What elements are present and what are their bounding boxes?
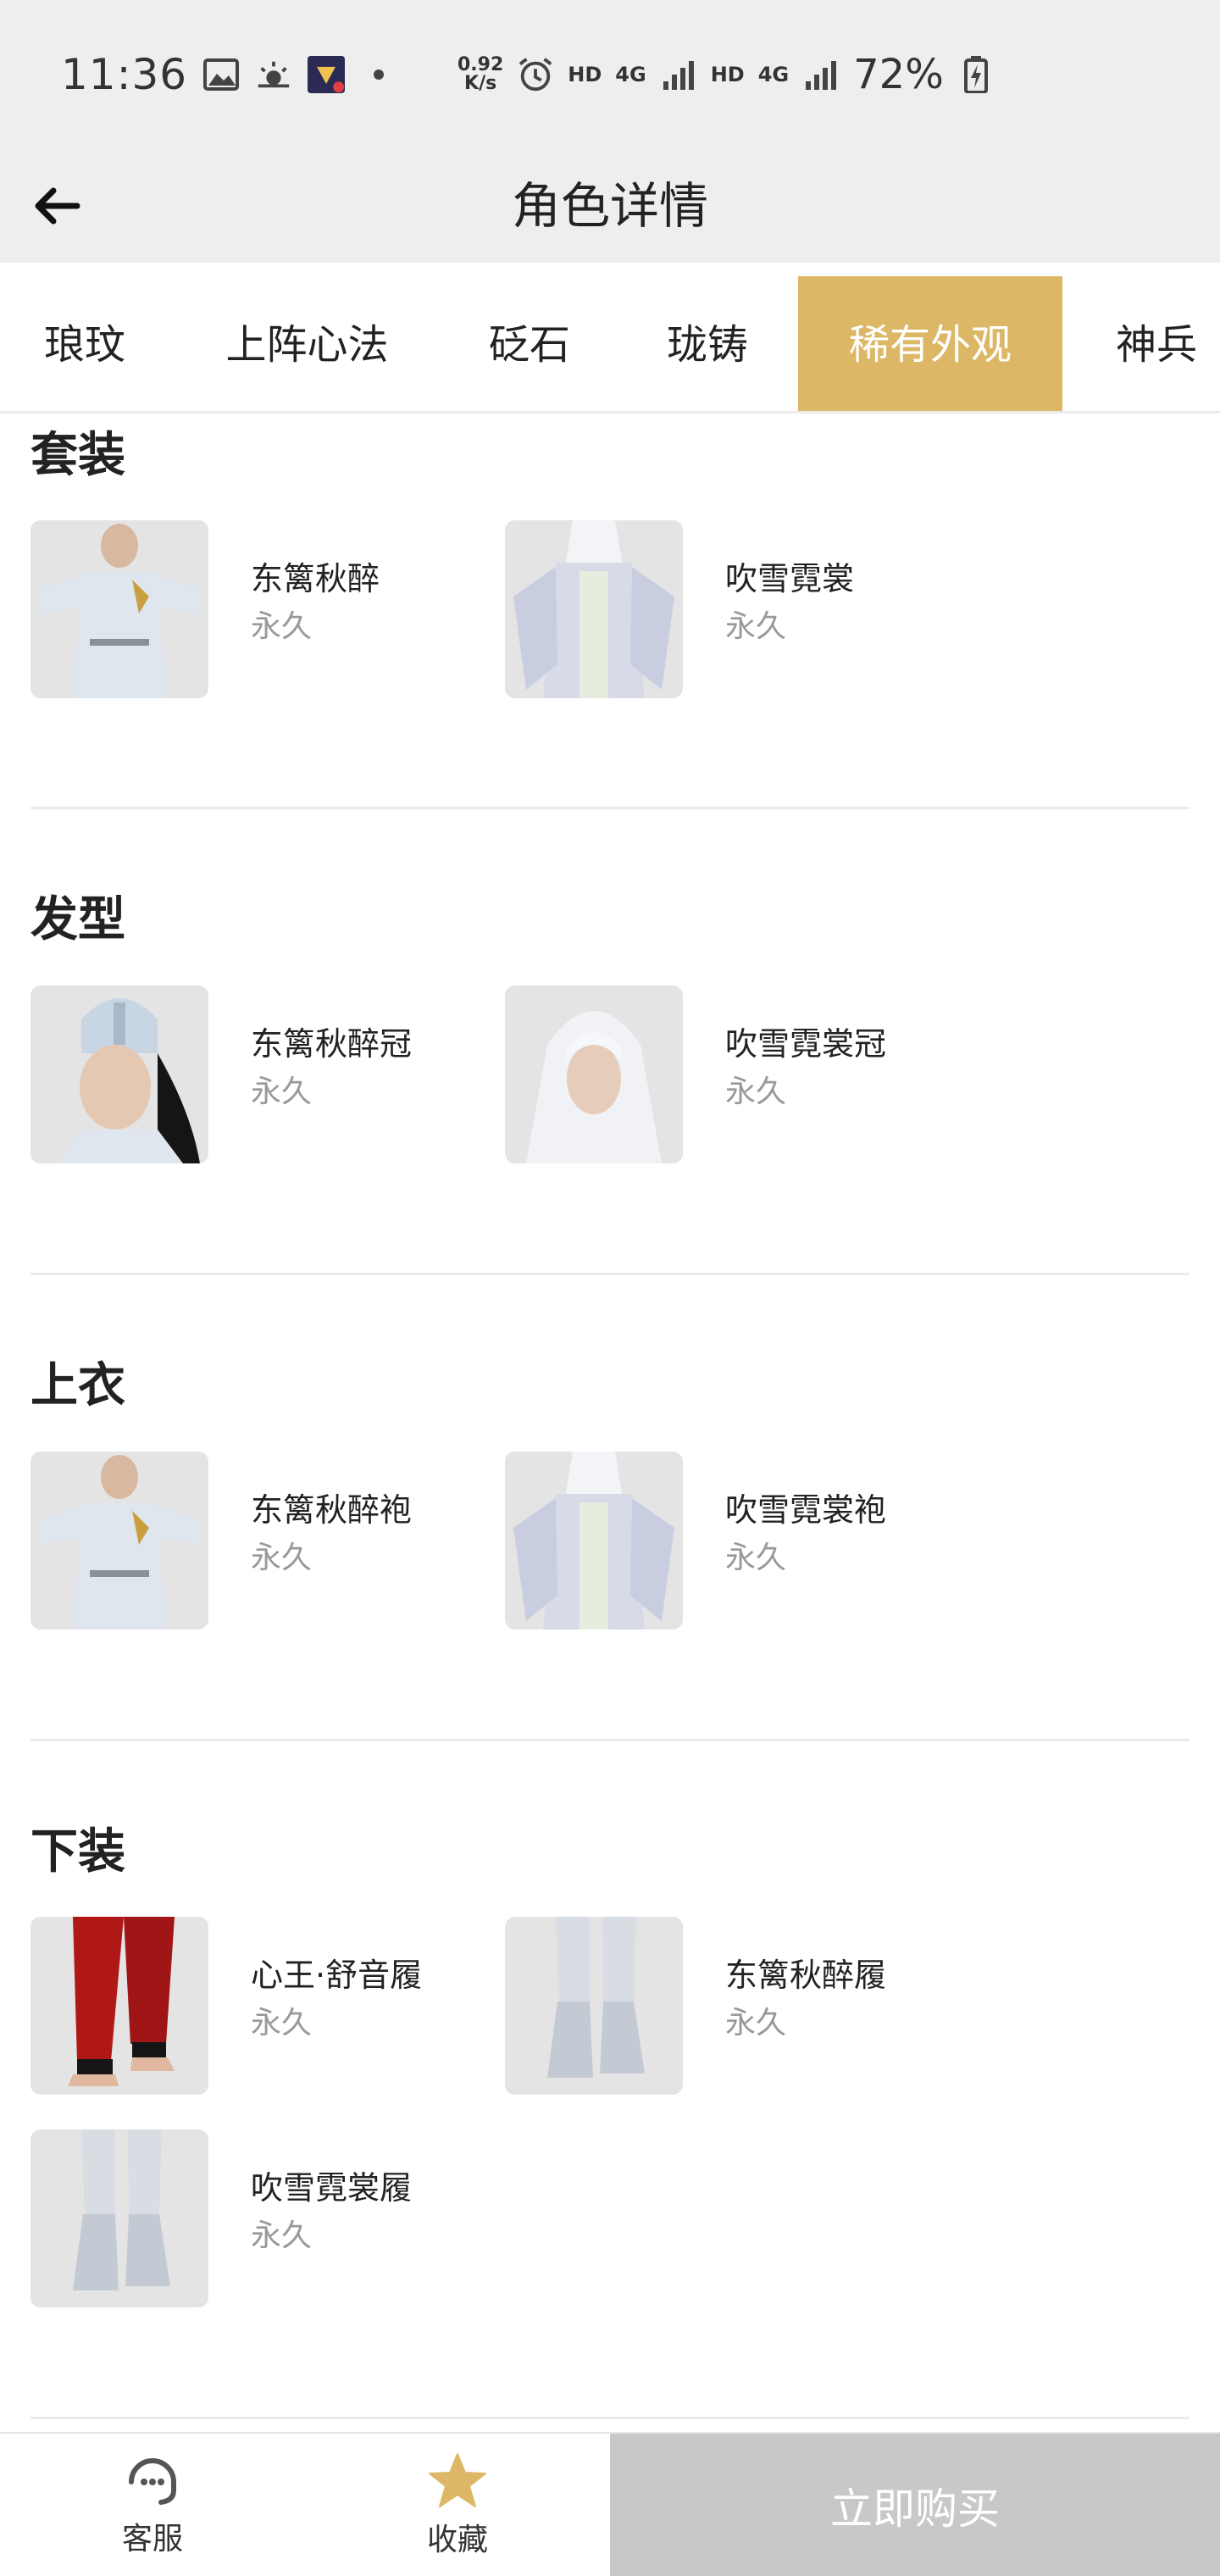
- weather-icon: [255, 56, 292, 93]
- hd-label-1: HD: [568, 63, 602, 86]
- net-speed-value: 0.92: [458, 54, 504, 75]
- tab-bianshi[interactable]: 砭石: [449, 276, 610, 411]
- section-title-hairstyle: 发型: [30, 892, 125, 947]
- app-notification-icon: [308, 56, 346, 93]
- tab-langmin[interactable]: 琅玟: [0, 276, 169, 411]
- signal-icon-2: [802, 56, 840, 93]
- item-duration: 永久: [251, 609, 313, 644]
- item-name: 吹雪霓裳履: [251, 2169, 413, 2207]
- battery-level: 72%: [853, 51, 944, 98]
- net-speed: 0.92 K/s: [458, 56, 503, 93]
- section-title-top: 上衣: [30, 1358, 125, 1413]
- bottom-action-bar: 客服 收藏 立即购买: [0, 2432, 1220, 2576]
- net-speed-unit: K/s: [464, 73, 497, 94]
- item-duration: 永久: [251, 1074, 313, 1109]
- divider: [30, 2417, 1190, 2419]
- favorite-label: 收藏: [426, 2523, 488, 2557]
- divider: [30, 807, 1190, 809]
- tab-rare-appearance[interactable]: 稀有外观: [798, 276, 1062, 411]
- item-name: 吹雪霓裳: [725, 560, 855, 597]
- header: 角色详情: [0, 149, 1220, 263]
- gallery-icon: [202, 56, 240, 93]
- alarm-icon: [517, 56, 554, 93]
- tab-shangzhen-xinfa[interactable]: 上阵心法: [186, 276, 428, 411]
- item-name: 吹雪霓裳袍: [725, 1491, 887, 1529]
- favorite-button[interactable]: 收藏: [305, 2434, 610, 2576]
- customer-service-button[interactable]: 客服: [0, 2434, 305, 2576]
- page-title: 角色详情: [511, 177, 708, 235]
- item-duration: 永久: [251, 1541, 313, 1575]
- item-name: 吹雪霓裳冠: [725, 1025, 887, 1063]
- list-item[interactable]: 心王·舒音履 永久: [30, 1917, 488, 2095]
- item-duration: 永久: [725, 1541, 787, 1575]
- item-duration: 永久: [725, 2006, 787, 2040]
- hd-label-2: HD: [710, 63, 745, 86]
- list-item[interactable]: 吹雪霓裳履 永久: [30, 2129, 488, 2307]
- dot-icon: [360, 56, 397, 93]
- list-item[interactable]: 吹雪霓裳 永久: [505, 520, 962, 698]
- item-thumbnail: [30, 985, 208, 1163]
- status-bar: 11:36 0.92 K/s HD 4G HD 4G 72%: [0, 0, 1220, 149]
- list-item[interactable]: 东篱秋醉履 永久: [505, 1917, 962, 2095]
- buy-now-button[interactable]: 立即购买: [610, 2434, 1220, 2576]
- item-thumbnail: [30, 1917, 208, 2095]
- customer-service-label: 客服: [121, 2522, 183, 2557]
- battery-charging-icon: [957, 56, 995, 93]
- item-duration: 永久: [725, 609, 787, 644]
- item-duration: 永久: [251, 2218, 313, 2253]
- item-thumbnail: [505, 520, 683, 698]
- item-thumbnail: [30, 520, 208, 698]
- network-type-1: 4G: [615, 63, 646, 86]
- signal-icon-1: [660, 56, 697, 93]
- section-title-suit: 套装: [30, 428, 125, 483]
- tab-bar: 琅玟 上阵心法 砭石 珑铸 稀有外观 神兵: [0, 276, 1220, 414]
- list-item[interactable]: 东篱秋醉冠 永久: [30, 985, 488, 1163]
- status-right: 0.92 K/s HD 4G HD 4G 72%: [458, 47, 995, 102]
- star-icon: [429, 2453, 486, 2507]
- network-type-2: 4G: [757, 63, 790, 86]
- divider: [30, 1273, 1190, 1275]
- item-duration: 永久: [251, 2006, 313, 2040]
- divider: [30, 1739, 1190, 1741]
- item-thumbnail: [30, 1452, 208, 1629]
- item-name: 东篱秋醉冠: [251, 1025, 413, 1063]
- item-thumbnail: [505, 1452, 683, 1629]
- section-title-bottom: 下装: [30, 1824, 125, 1879]
- item-name: 东篱秋醉履: [725, 1957, 887, 1994]
- list-item[interactable]: 吹雪霓裳袍 永久: [505, 1452, 962, 1629]
- list-item[interactable]: 东篱秋醉 永久: [30, 520, 488, 698]
- item-thumbnail: [30, 2129, 208, 2307]
- tab-longzhu[interactable]: 珑铸: [627, 276, 788, 411]
- buy-now-label: 立即购买: [830, 2484, 1000, 2534]
- list-item[interactable]: 吹雪霓裳冠 永久: [505, 985, 962, 1163]
- item-name: 心王·舒音履: [251, 1957, 423, 1994]
- status-left: 11:36: [61, 47, 397, 102]
- status-time: 11:36: [61, 50, 188, 99]
- item-name: 东篱秋醉: [251, 560, 380, 597]
- headset-icon: [129, 2458, 176, 2505]
- item-name: 东篱秋醉袍: [251, 1491, 413, 1529]
- item-thumbnail: [505, 1917, 683, 2095]
- item-thumbnail: [505, 985, 683, 1163]
- list-item[interactable]: 东篱秋醉袍 永久: [30, 1452, 488, 1629]
- tab-shenbing[interactable]: 神兵: [1076, 276, 1220, 411]
- item-duration: 永久: [725, 1074, 787, 1109]
